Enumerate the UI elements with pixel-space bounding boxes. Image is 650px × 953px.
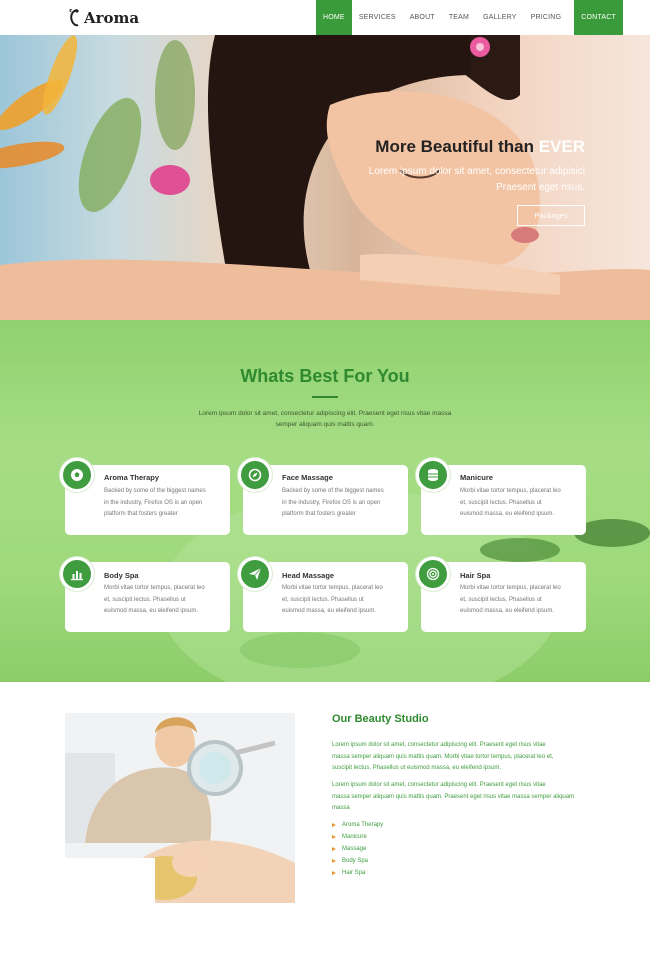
- packages-button[interactable]: Packages: [517, 205, 585, 226]
- service-card-text: Backed by some of the biggest names in t…: [104, 488, 206, 517]
- service-card-title: Aroma Therapy: [104, 473, 160, 482]
- arrow-bullet-icon: [332, 823, 336, 827]
- services-description: Lorem ipsum dolor sit amet, consectetur …: [190, 408, 460, 430]
- brand-logo[interactable]: Aroma: [68, 7, 139, 29]
- arrow-bullet-icon: [332, 871, 336, 875]
- service-card-text: Morbi vitae tortor tempus, placerat leo …: [460, 488, 561, 517]
- leaf-logo-icon: [69, 9, 79, 27]
- hero-title-main: More Beautiful than: [375, 137, 534, 156]
- compass-icon: [238, 458, 272, 492]
- database-icon: [416, 458, 450, 492]
- service-card-title: Manicure: [460, 473, 493, 482]
- hero-title-accent: EVER: [538, 137, 585, 156]
- hero-subtitle-line: Lorem ipsum dolor sit amet, consectetur …: [368, 166, 585, 177]
- main-menu: HOME SERVICES ABOUT TEAM GALLERY PRICING…: [316, 0, 623, 35]
- service-card-title: Head Massage: [282, 571, 335, 580]
- nav-services[interactable]: SERVICES: [352, 0, 403, 35]
- nav-team[interactable]: TEAM: [442, 0, 476, 35]
- list-item[interactable]: Massage: [332, 843, 383, 855]
- arrow-bullet-icon: [332, 847, 336, 851]
- nav-home[interactable]: HOME: [316, 0, 352, 35]
- service-card-text: Morbi vitae tortor tempus, placerat leo …: [460, 585, 561, 614]
- service-card-title: Face Massage: [282, 473, 333, 482]
- arrow-bullet-icon: [332, 835, 336, 839]
- studio-paragraph: Lorem ipsum dolor sit amet, consectetur …: [332, 782, 575, 811]
- service-card-title: Body Spa: [104, 571, 139, 580]
- service-card-text: Morbi vitae tortor tempus, placerat leo …: [104, 585, 205, 614]
- studio-title: Our Beauty Studio: [332, 713, 429, 725]
- list-item[interactable]: Body Spa: [332, 855, 383, 867]
- services-description-line: Lorem ipsum dolor sit amet, consectetur …: [198, 410, 452, 417]
- hero-subtitle: Lorem ipsum dolor sit amet, consectetur …: [325, 164, 585, 196]
- paper-plane-icon: [238, 557, 272, 591]
- brand-name: Aroma: [84, 9, 140, 27]
- service-card-text: Backed by some of the biggest names in t…: [282, 488, 384, 517]
- list-item[interactable]: Hair Spa: [332, 867, 383, 879]
- list-item[interactable]: Manicure: [332, 831, 383, 843]
- studio-paragraph: Lorem ipsum dolor sit amet, consectetur …: [332, 742, 554, 771]
- top-navbar: Aroma HOME SERVICES ABOUT TEAM GALLERY P…: [0, 0, 650, 35]
- nav-about[interactable]: ABOUT: [403, 0, 442, 35]
- soccer-ball-icon: [60, 458, 94, 492]
- hero-banner: More Beautiful than EVER Lorem ipsum dol…: [0, 35, 650, 320]
- target-icon: [416, 557, 450, 591]
- arrow-bullet-icon: [332, 859, 336, 863]
- nav-pricing[interactable]: PRICING: [524, 0, 569, 35]
- hero-subtitle-line: Praesent eget risus.: [496, 182, 585, 193]
- title-divider: [312, 396, 338, 398]
- services-section: Whats Best For You Lorem ipsum dolor sit…: [0, 320, 650, 682]
- services-description-line: semper aliquam quis mattis quam.: [275, 421, 375, 428]
- services-list: Aroma Therapy Manicure Massage Body Spa …: [332, 819, 383, 879]
- nav-contact[interactable]: CONTACT: [574, 0, 623, 35]
- hero-title: More Beautiful than EVER: [375, 137, 585, 157]
- list-item[interactable]: Aroma Therapy: [332, 819, 383, 831]
- services-title: Whats Best For You: [240, 366, 410, 386]
- service-card-text: Morbi vitae tortor tempus, placerat leo …: [282, 585, 383, 614]
- nav-gallery[interactable]: GALLERY: [476, 0, 524, 35]
- bar-chart-icon: [60, 557, 94, 591]
- service-card-title: Hair Spa: [460, 571, 491, 580]
- beauty-studio-image: [65, 713, 295, 903]
